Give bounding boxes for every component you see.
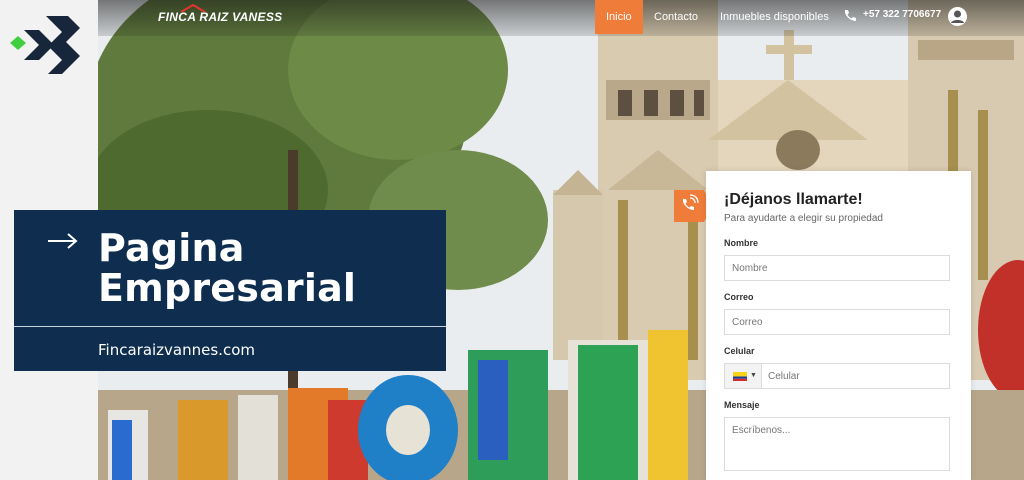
colombia-flag-icon xyxy=(733,372,747,381)
user-icon[interactable] xyxy=(948,7,967,26)
mensaje-label: Mensaje xyxy=(724,400,760,410)
nombre-label: Nombre xyxy=(724,238,759,248)
banner-title-line2: Empresarial xyxy=(98,266,357,310)
correo-input[interactable] xyxy=(724,309,950,335)
site-logo-text: FINCA RAIZ VANESS xyxy=(158,10,283,24)
nav-contacto[interactable]: Contacto xyxy=(654,0,698,34)
celular-field: ▼ xyxy=(724,363,950,389)
banner-title-line1: Pagina xyxy=(98,226,245,270)
chevron-down-icon: ▼ xyxy=(750,372,757,379)
roof-icon xyxy=(180,4,206,12)
nav-inmuebles[interactable]: Inmuebles disponibles xyxy=(720,0,829,34)
celular-input[interactable] xyxy=(762,364,948,388)
banner-title: Pagina Empresarial xyxy=(98,228,356,308)
country-selector[interactable]: ▼ xyxy=(725,364,762,388)
correo-label: Correo xyxy=(724,292,754,302)
banner-url: Fincaraizvannes.com xyxy=(98,341,255,359)
celular-label: Celular xyxy=(724,346,755,356)
nombre-input[interactable] xyxy=(724,255,950,281)
nav-inicio[interactable]: Inicio xyxy=(595,0,643,34)
title-banner: Pagina Empresarial Fincaraizvannes.com xyxy=(14,210,446,371)
phone-icon xyxy=(844,10,856,21)
brand-logo-icon xyxy=(10,16,80,74)
banner-divider xyxy=(14,326,446,327)
form-title: ¡Déjanos llamarte! xyxy=(724,191,863,208)
site-navbar: FINCA RAIZ VANESS Inicio Contacto Inmueb… xyxy=(98,0,1024,36)
form-subtitle: Para ayudarte a elegir su propiedad xyxy=(724,213,883,224)
arrow-right-icon xyxy=(48,233,78,249)
site-logo[interactable]: FINCA RAIZ VANESS xyxy=(158,4,283,24)
contact-form: ¡Déjanos llamarte! Para ayudarte a elegi… xyxy=(706,171,971,480)
nav-phone[interactable]: +57 322 7706677 xyxy=(863,9,941,20)
mensaje-textarea[interactable] xyxy=(724,417,950,471)
